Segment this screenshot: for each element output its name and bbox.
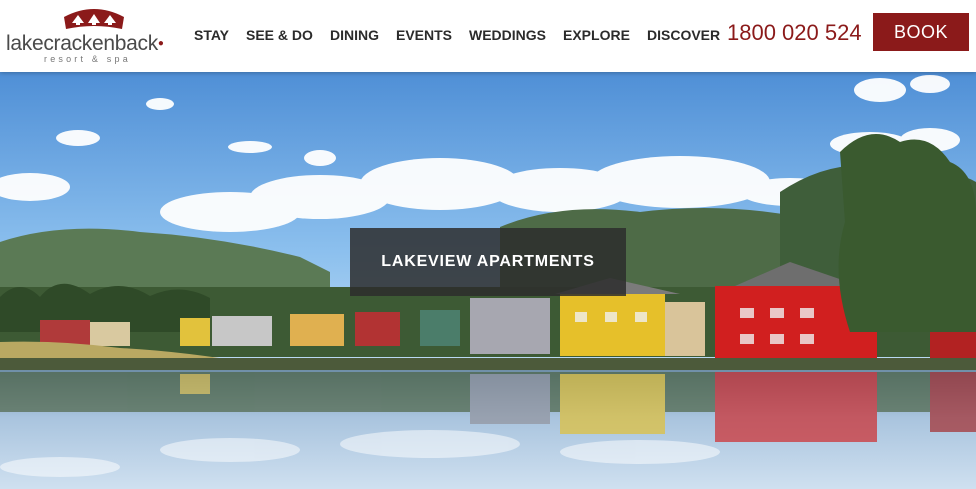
- nav-item-see-do[interactable]: SEE & DO: [246, 26, 313, 44]
- hero-caption-button[interactable]: LAKEVIEW APARTMENTS: [350, 228, 626, 296]
- logo-name-part2: crackenback: [43, 32, 158, 55]
- nav-item-weddings[interactable]: WEDDINGS: [469, 26, 546, 44]
- logo-dot: ●: [157, 38, 164, 49]
- nav-item-dining[interactable]: DINING: [330, 26, 379, 44]
- logo-wordmark: lakecrackenback●: [6, 32, 164, 56]
- site-header: lakecrackenback● resort & spa STAY SEE &…: [0, 0, 976, 72]
- logo-name-part1: lake: [6, 32, 44, 55]
- logo[interactable]: lakecrackenback● resort & spa: [6, 5, 188, 65]
- nav-item-stay[interactable]: STAY: [194, 26, 229, 44]
- nav-item-discover[interactable]: DISCOVER: [647, 26, 720, 44]
- hero-banner: LAKEVIEW APARTMENTS: [0, 72, 976, 489]
- nav-item-events[interactable]: EVENTS: [396, 26, 452, 44]
- nav-item-explore[interactable]: EXPLORE: [563, 26, 630, 44]
- book-button[interactable]: BOOK: [873, 13, 969, 51]
- logo-tagline: resort & spa: [44, 54, 131, 64]
- phone-number-link[interactable]: 1800 020 524: [727, 20, 862, 46]
- lodge-roofs-icon: [64, 9, 124, 29]
